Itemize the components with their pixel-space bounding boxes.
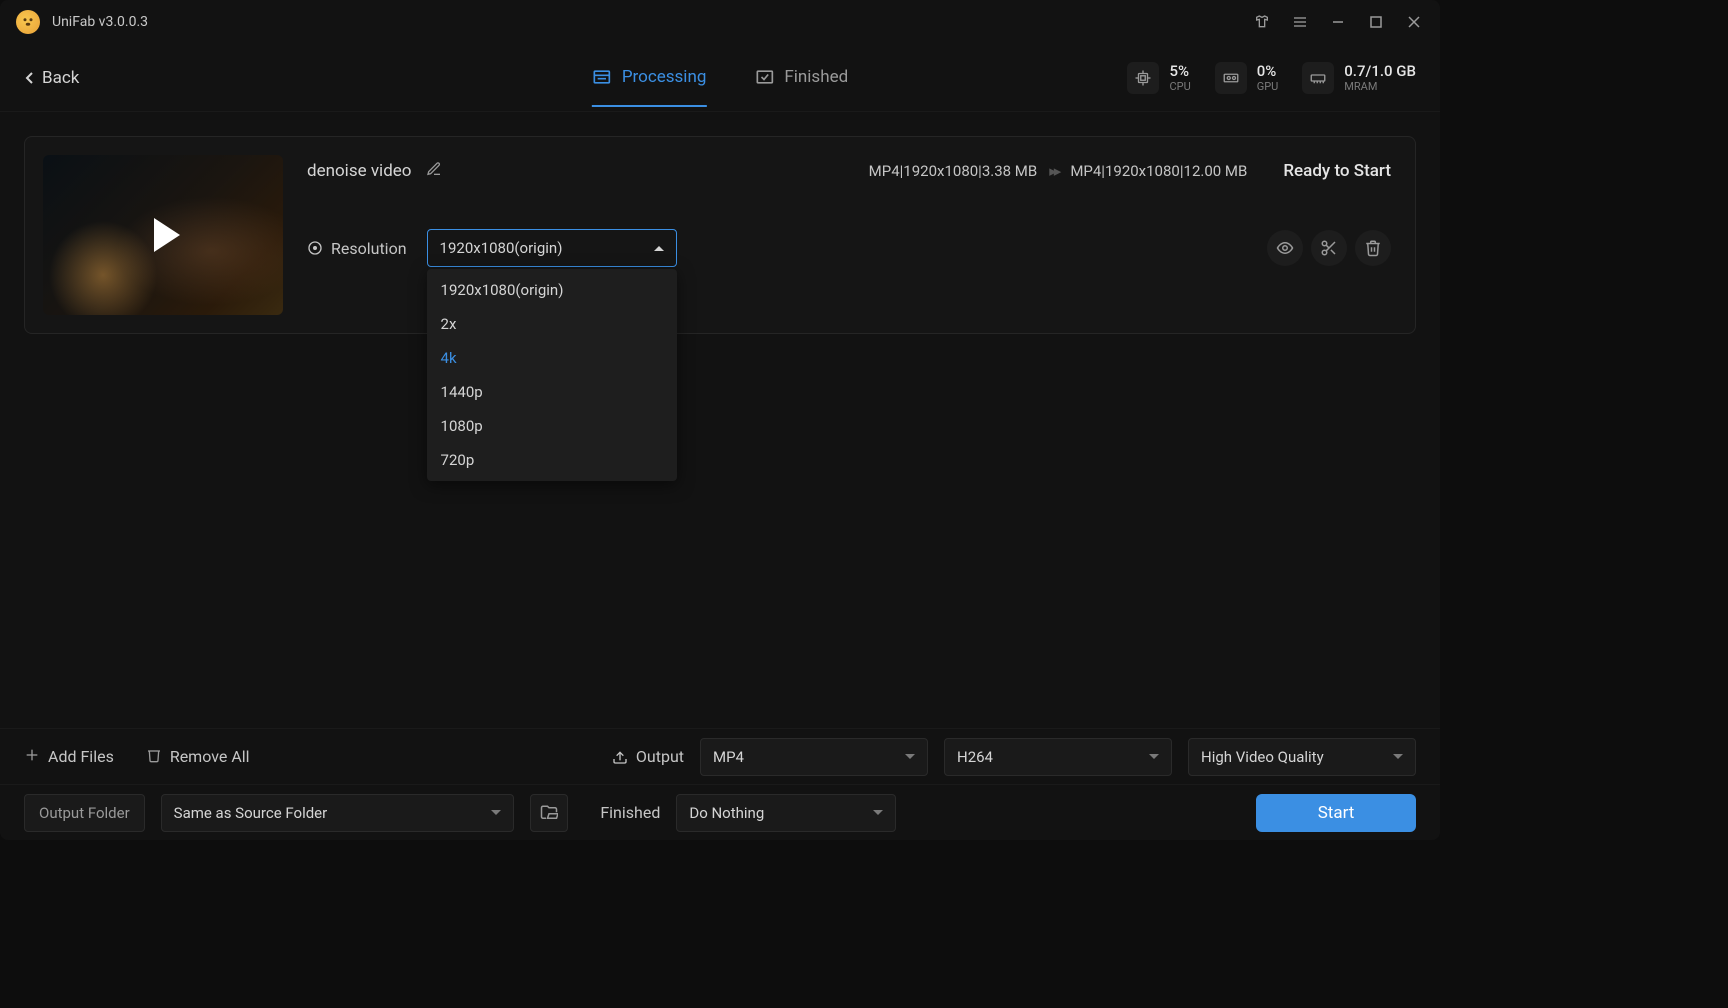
header: Back Processing Finished 5%CPU 0%GPU — [0, 44, 1440, 112]
resolution-option[interactable]: 1440p — [427, 375, 677, 409]
play-icon — [154, 218, 180, 252]
back-button[interactable]: Back — [24, 68, 79, 88]
output-folder-label-box: Output Folder — [24, 794, 145, 832]
resolution-option[interactable]: 720p — [427, 443, 677, 477]
tab-label: Processing — [622, 67, 707, 87]
upload-icon — [612, 749, 628, 765]
job-status: Ready to Start — [1283, 161, 1391, 181]
target-icon — [307, 240, 323, 256]
caret-down-icon — [1149, 754, 1159, 759]
cut-button[interactable] — [1311, 230, 1347, 266]
output-folder-path[interactable]: Same as Source Folder — [161, 794, 515, 832]
resolution-option[interactable]: 1920x1080(origin) — [427, 273, 677, 307]
gpu-icon — [1215, 62, 1247, 94]
footer: Add Files Remove All Output MP4 H264 Hig… — [0, 728, 1440, 840]
plus-icon — [24, 747, 40, 767]
resolution-dropdown: 1920x1080(origin) 1920x1080(origin)2x4k1… — [427, 229, 677, 267]
app-title: UniFab v3.0.0.3 — [52, 14, 148, 30]
tab-finished[interactable]: Finished — [754, 49, 848, 107]
ram-icon — [1302, 62, 1334, 94]
back-label: Back — [42, 68, 79, 88]
caret-down-icon — [905, 754, 915, 759]
target-spec: MP4|1920x1080|12.00 MB — [1070, 162, 1247, 180]
preview-button[interactable] — [1267, 230, 1303, 266]
caret-down-icon — [491, 810, 501, 815]
tab-processing[interactable]: Processing — [592, 49, 707, 107]
remove-all-button[interactable]: Remove All — [146, 747, 250, 767]
finished-label: Finished — [600, 803, 660, 822]
resolution-option[interactable]: 1080p — [427, 409, 677, 443]
gpu-usage: 0%GPU — [1215, 62, 1279, 94]
browse-folder-button[interactable] — [530, 794, 568, 832]
resolution-selected: 1920x1080(origin) — [440, 239, 563, 257]
source-spec: MP4|1920x1080|3.38 MB — [869, 162, 1038, 180]
resolution-menu: 1920x1080(origin)2x4k1440p1080p720p — [427, 269, 677, 481]
processing-icon — [592, 67, 612, 87]
finished-action-select[interactable]: Do Nothing — [676, 794, 896, 832]
cpu-icon — [1127, 62, 1159, 94]
trash-icon — [146, 747, 162, 767]
delete-button[interactable] — [1355, 230, 1391, 266]
finished-icon — [754, 67, 774, 87]
chevron-left-icon — [24, 71, 34, 85]
filename: denoise video — [307, 161, 412, 181]
format-select[interactable]: MP4 — [700, 738, 928, 776]
video-thumbnail[interactable] — [43, 155, 283, 315]
output-folder-label: Output Folder — [39, 804, 130, 822]
resolution-option[interactable]: 2x — [427, 307, 677, 341]
resolution-option[interactable]: 4k — [427, 341, 677, 375]
job-card: denoise video MP4|1920x1080|3.38 MB ▸▸ M… — [24, 136, 1416, 334]
menu-icon[interactable] — [1290, 12, 1310, 32]
caret-down-icon — [1393, 754, 1403, 759]
cpu-usage: 5%CPU — [1127, 62, 1190, 94]
mram-usage: 0.7/1.0 GBMRAM — [1302, 62, 1416, 94]
start-button[interactable]: Start — [1256, 794, 1416, 832]
quality-select[interactable]: High Video Quality — [1188, 738, 1416, 776]
app-logo — [16, 10, 40, 34]
edit-icon[interactable] — [426, 161, 442, 181]
maximize-button[interactable] — [1366, 12, 1386, 32]
close-button[interactable] — [1404, 12, 1424, 32]
tab-label: Finished — [784, 67, 848, 87]
resolution-label: Resolution — [307, 239, 407, 258]
caret-down-icon — [873, 810, 883, 815]
titlebar: UniFab v3.0.0.3 — [0, 0, 1440, 44]
output-label: Output — [612, 747, 684, 766]
caret-up-icon — [654, 246, 664, 251]
add-files-button[interactable]: Add Files — [24, 747, 114, 767]
content: denoise video MP4|1920x1080|3.38 MB ▸▸ M… — [0, 112, 1440, 728]
arrow-right-icon: ▸▸ — [1049, 162, 1058, 180]
resolution-select[interactable]: 1920x1080(origin) — [427, 229, 677, 267]
shirt-icon[interactable] — [1252, 12, 1272, 32]
codec-select[interactable]: H264 — [944, 738, 1172, 776]
minimize-button[interactable] — [1328, 12, 1348, 32]
